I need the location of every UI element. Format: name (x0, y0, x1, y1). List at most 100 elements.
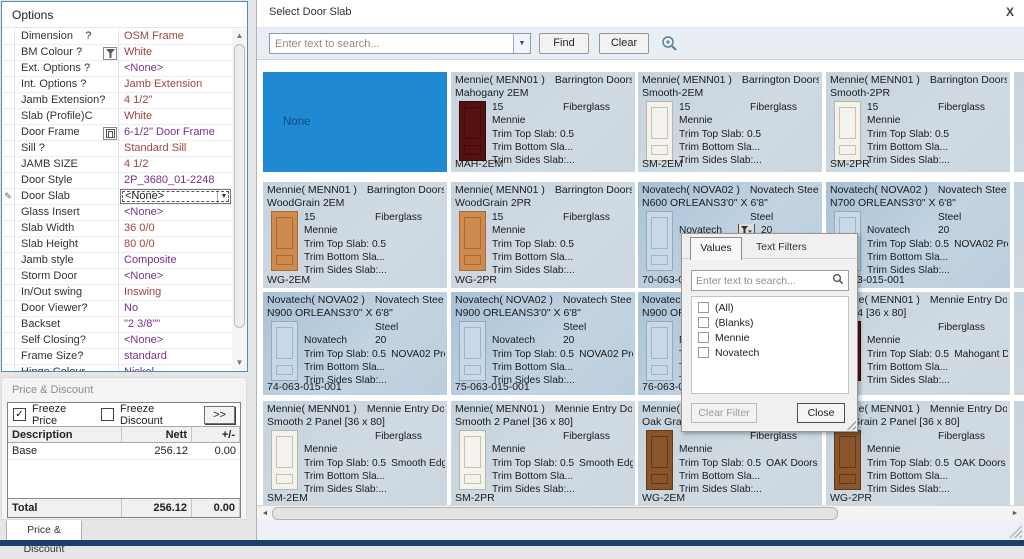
resize-grip[interactable] (1009, 525, 1022, 538)
tab-values[interactable]: Values (690, 237, 742, 260)
door-slab-card-none[interactable]: None (263, 72, 447, 172)
checkbox[interactable] (698, 317, 709, 328)
clear-button[interactable]: Clear (599, 33, 649, 54)
door-slab-card[interactable]: Mennie( MENN01 ) Barrington Doors02( M..… (638, 72, 822, 172)
door-slab-card[interactable]: Mennie( MENN01 ) Mennie Entry Doors 20..… (263, 401, 447, 505)
door-slab-card[interactable]: Novatech( NOVA02 ) Novatech Steel Doors … (451, 292, 635, 395)
tab-price-discount[interactable]: Price & Discount (6, 520, 82, 541)
option-value[interactable]: Composite (119, 253, 232, 268)
filter-value-item[interactable]: (All) (692, 300, 848, 315)
option-row[interactable]: Frame Size? standard (2, 349, 232, 365)
card-material: Fiberglass (563, 430, 633, 443)
option-row[interactable]: ✎ Door Slab <None> ▼ (2, 189, 232, 205)
find-button[interactable]: Find (539, 33, 589, 54)
scrollbar-thumb[interactable] (234, 44, 245, 328)
freeze-discount-checkbox[interactable] (101, 408, 114, 421)
option-row[interactable]: Door Style 2P_3680_01-2248 (2, 173, 232, 189)
door-slab-card-partial[interactable] (1014, 182, 1024, 288)
door-slab-card-partial[interactable] (1014, 292, 1024, 395)
filter-value-item[interactable]: Mennie (692, 330, 848, 345)
option-row[interactable]: JAMB SIZE 4 1/2 (2, 157, 232, 173)
option-value[interactable]: "2 3/8"" (119, 317, 232, 332)
door-slab-card-partial[interactable] (1014, 72, 1024, 172)
close-icon[interactable]: X (1006, 5, 1014, 19)
option-value[interactable]: 80 0/0 (119, 237, 232, 252)
door-slab-card[interactable]: Mennie( MENN01 ) Mennie Entry Doors 20..… (451, 401, 635, 505)
option-value[interactable]: Standard Sill (119, 141, 232, 156)
option-row[interactable]: Ext. Options ? <None> (2, 61, 232, 77)
door-slab-card[interactable]: Mennie( MENN01 ) Barrington Doors02( M..… (451, 72, 635, 172)
scrollbar-thumb[interactable] (272, 507, 838, 520)
option-value[interactable]: 6-1/2" Door Frame (119, 125, 232, 140)
option-value[interactable]: <None> (119, 269, 232, 284)
option-row[interactable]: Jamb Extension? 4 1/2" (2, 93, 232, 109)
filter-value-item[interactable]: (Blanks) (692, 315, 848, 330)
checkbox[interactable] (698, 347, 709, 358)
option-row[interactable]: Self Closing? <None> (2, 333, 232, 349)
option-row[interactable]: Storm Door <None> (2, 269, 232, 285)
freeze-price-checkbox[interactable]: ✓ (13, 408, 26, 421)
scroll-up-icon[interactable]: ▲ (232, 29, 247, 43)
tab-text-filters[interactable]: Text Filters (756, 241, 807, 253)
option-value[interactable]: No (119, 301, 232, 316)
search-input[interactable] (270, 34, 513, 53)
option-value[interactable]: 36 0/0 (119, 221, 232, 236)
horizontal-scrollbar[interactable]: ◄ ► (257, 505, 1024, 521)
dialog-titlebar[interactable]: Select Door Slab X (257, 0, 1024, 26)
option-value[interactable]: 4 1/2" (119, 93, 232, 108)
option-row[interactable]: Backset "2 3/8"" (2, 317, 232, 333)
option-row[interactable]: Sill ? Standard Sill (2, 141, 232, 157)
option-row[interactable]: BM Colour ? White (2, 45, 232, 61)
filter-value-item[interactable]: Novatech (692, 345, 848, 360)
clear-filter-button[interactable]: Clear Filter (691, 403, 757, 423)
option-row[interactable]: Door Frame 6-1/2" Door Frame (2, 125, 232, 141)
option-row[interactable]: Glass Insert <None> (2, 205, 232, 221)
price-table-row[interactable]: Base 256.12 0.00 (8, 443, 240, 460)
option-value[interactable]: OSM Frame (119, 29, 232, 44)
card-collection: OAK Doors (954, 457, 1006, 470)
door-slab-card[interactable]: Mennie( MENN01 ) Barrington Doors02( M..… (263, 182, 447, 288)
option-value[interactable]: <None> (119, 61, 232, 76)
option-value[interactable]: White (119, 109, 232, 124)
option-row[interactable]: Hinge Colour Nickel (2, 365, 232, 371)
option-value[interactable]: <None> ▼ (120, 189, 231, 204)
options-vertical-scrollbar[interactable]: ▲ ▼ (232, 29, 247, 370)
dropdown-arrow-icon[interactable]: ▼ (217, 190, 230, 203)
door-frame-icon[interactable] (103, 127, 117, 140)
option-row[interactable]: Int. Options ? Jamb Extension (2, 77, 232, 93)
option-row[interactable]: Door Viewer? No (2, 301, 232, 317)
option-row[interactable]: Jamb style Composite (2, 253, 232, 269)
scroll-left-icon[interactable]: ◄ (258, 506, 272, 522)
close-filter-button[interactable]: Close (797, 403, 845, 423)
popup-resize-grip[interactable] (845, 419, 856, 430)
funnel-icon[interactable] (103, 47, 117, 60)
option-row[interactable]: Dimension ? OSM Frame (2, 29, 232, 45)
option-row[interactable]: Slab Height 80 0/0 (2, 237, 232, 253)
option-value[interactable]: Inswing (119, 285, 232, 300)
door-slab-card-partial[interactable] (1014, 401, 1024, 505)
option-value[interactable]: standard (119, 349, 232, 364)
option-value[interactable]: 4 1/2 (119, 157, 232, 172)
scroll-right-icon[interactable]: ► (1008, 506, 1022, 522)
door-slab-card[interactable]: Mennie( MENN01 ) Barrington Doors02( M..… (826, 72, 1010, 172)
door-slab-card[interactable]: Novatech( NOVA02 ) Novatech Steel Doors … (263, 292, 447, 395)
combo-dropdown-arrow-icon[interactable]: ▼ (513, 34, 530, 53)
door-slab-card[interactable]: Mennie( MENN01 ) Barrington Doors02( M..… (451, 182, 635, 288)
filter-search-box[interactable] (691, 270, 849, 291)
option-value[interactable]: Jamb Extension (119, 77, 232, 92)
option-row[interactable]: Slab Width 36 0/0 (2, 221, 232, 237)
scroll-down-icon[interactable]: ▼ (232, 356, 247, 370)
option-row[interactable]: Slab (Profile)C White (2, 109, 232, 125)
option-value[interactable]: <None> (119, 333, 232, 348)
search-combo[interactable]: ▼ (269, 33, 531, 54)
checkbox[interactable] (698, 302, 709, 313)
filter-search-input[interactable] (692, 275, 832, 287)
option-row[interactable]: In/Out swing Inswing (2, 285, 232, 301)
option-value[interactable]: 2P_3680_01-2248 (119, 173, 232, 188)
option-value[interactable]: Nickel (119, 365, 232, 371)
option-value[interactable]: <None> (119, 205, 232, 220)
expand-button[interactable]: >> (204, 406, 235, 424)
checkbox[interactable] (698, 332, 709, 343)
zoom-icon[interactable] (661, 35, 678, 55)
option-value[interactable]: White (119, 45, 232, 60)
